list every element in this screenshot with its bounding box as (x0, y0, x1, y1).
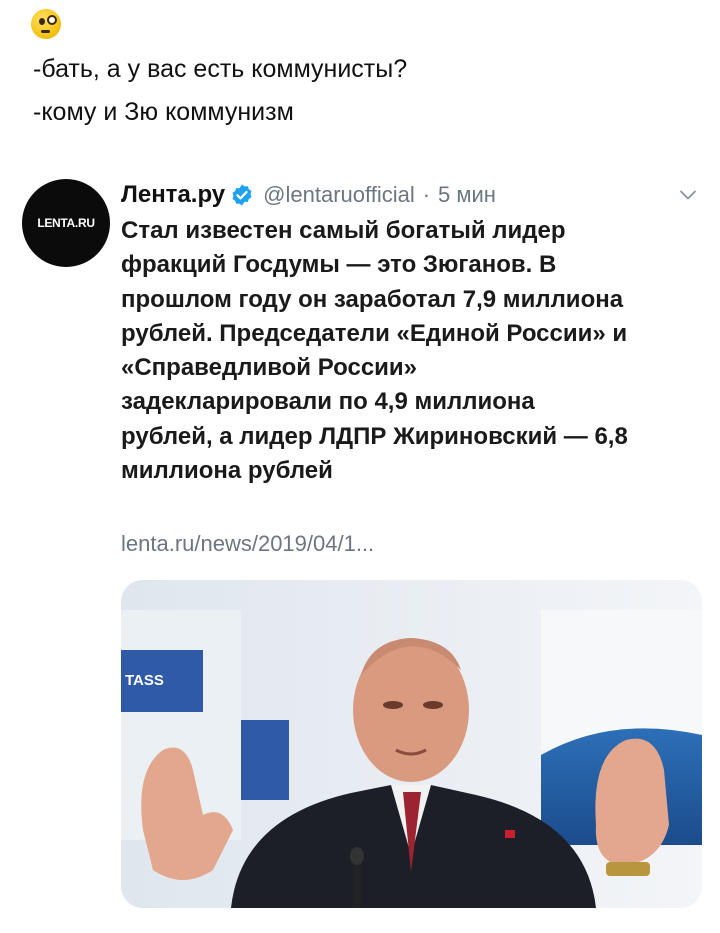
post-line-1: -бать, а у вас есть коммунисты? (33, 55, 408, 83)
tweet-time[interactable]: 5 мин (438, 182, 496, 208)
avatar[interactable]: LENTA.RU (22, 179, 110, 267)
tweet-text: Стал известен самый богатый лидер фракци… (121, 214, 706, 488)
photo-illustration: TASS (121, 580, 702, 908)
tweet-text-line: прошлом году он заработал 7,9 миллиона (121, 285, 624, 313)
author-handle[interactable]: @lentaruofficial (263, 182, 415, 208)
author-name[interactable]: Лента.ру (121, 181, 225, 209)
chevron-down-icon[interactable] (679, 189, 697, 201)
face-with-monocle-icon (31, 9, 61, 39)
photo-watermark: TASS (125, 672, 164, 689)
tweet-header: Лента.ру @lentaruofficial · 5 мин (121, 180, 496, 210)
tweet-text-line: «Справедливой России» (121, 354, 418, 382)
verified-badge-icon (232, 184, 252, 206)
tweet-text-line: миллиона рублей (121, 457, 333, 485)
avatar-text: LENTA.RU (37, 216, 95, 230)
tweet-text-line: задекларировали по 4,9 миллиона (121, 388, 535, 416)
tweet-text-line: фракций Госдумы — это Зюганов. В (121, 251, 557, 279)
tweet-photo[interactable]: TASS (121, 580, 702, 908)
article-link[interactable]: lenta.ru/news/2019/04/1... (121, 531, 374, 557)
post-line-2: -кому и Зю коммунизм (33, 98, 294, 126)
separator-dot: · (422, 182, 431, 207)
tweet-text-line: рублей. Председатели «Единой России» и (121, 319, 628, 347)
tweet-text-line: Стал известен самый богатый лидер (121, 217, 566, 244)
tweet-text-line: рублей, а лидер ЛДПР Жириновский — 6,8 (121, 422, 628, 450)
